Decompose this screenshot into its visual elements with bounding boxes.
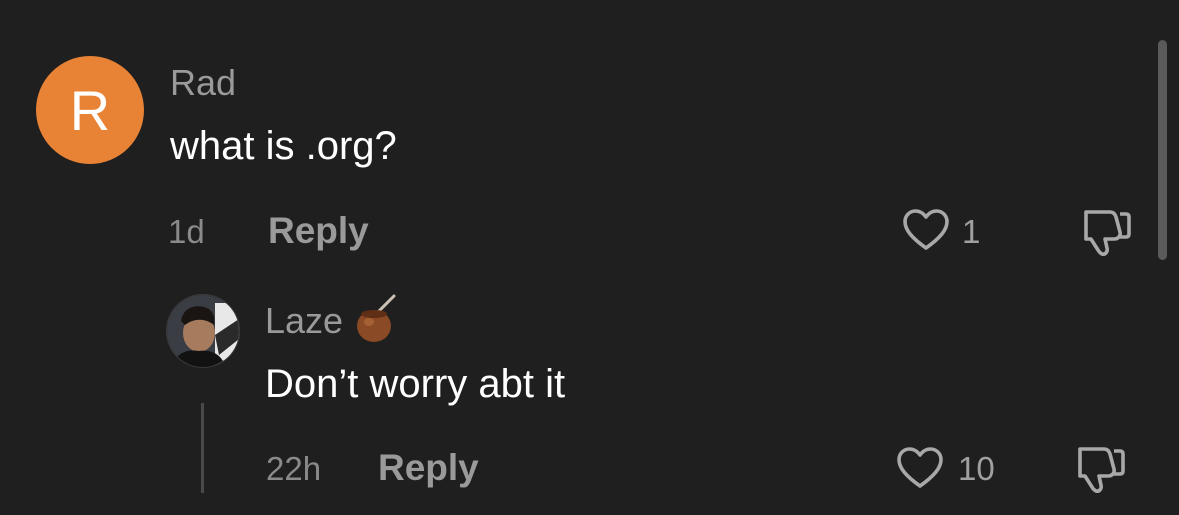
reply-button[interactable]: Reply <box>268 210 369 252</box>
user-photo-icon <box>167 295 239 367</box>
thread-line <box>201 403 204 493</box>
dislike-icon <box>1084 210 1131 256</box>
avatar-letter: R <box>69 78 111 142</box>
mate-gourd-emoji-icon <box>354 294 400 349</box>
like-button[interactable] <box>902 208 950 252</box>
like-button[interactable] <box>896 446 944 490</box>
comment-username[interactable]: Rad <box>170 62 236 104</box>
dislike-icon <box>1078 447 1125 493</box>
comment-timestamp: 22h <box>266 450 322 487</box>
comment-text: what is .org? <box>170 124 397 168</box>
scrollbar[interactable] <box>1158 40 1167 260</box>
dislike-button[interactable] <box>1080 206 1134 258</box>
like-count: 1 <box>962 213 981 250</box>
reply-button[interactable]: Reply <box>378 447 479 489</box>
heart-icon <box>897 447 943 488</box>
avatar[interactable] <box>166 294 240 368</box>
like-count: 10 <box>958 450 995 487</box>
avatar[interactable]: R <box>36 56 144 164</box>
dislike-button[interactable] <box>1074 443 1128 495</box>
comment-text: Don’t worry abt it <box>265 362 566 406</box>
comment-username[interactable]: Laze <box>265 300 343 342</box>
heart-icon <box>903 209 949 250</box>
comment-timestamp: 1d <box>168 213 205 250</box>
